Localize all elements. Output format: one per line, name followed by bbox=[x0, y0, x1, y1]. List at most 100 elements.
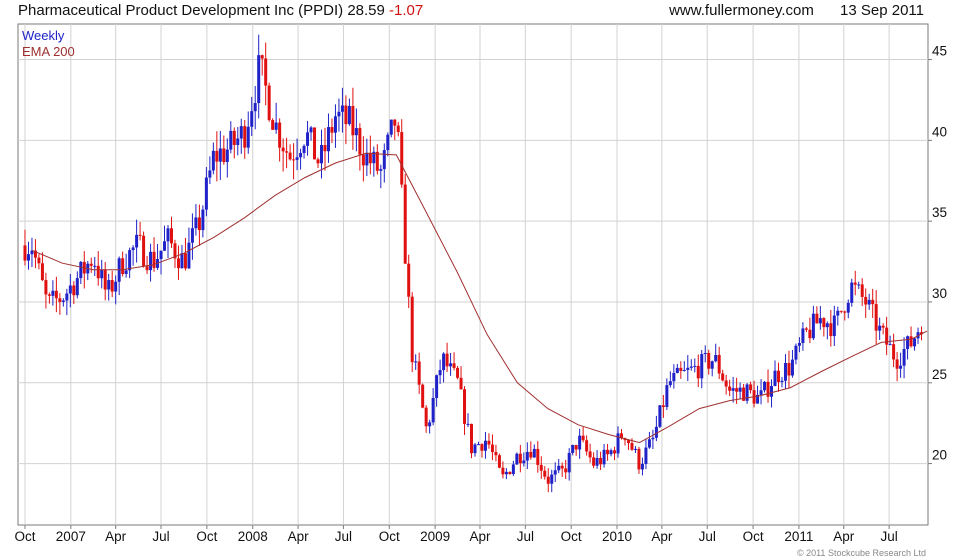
candle-body bbox=[790, 359, 794, 376]
candle-body bbox=[354, 128, 358, 136]
candle-body bbox=[574, 445, 578, 450]
x-tick-label: Jul bbox=[335, 529, 352, 544]
candle-body bbox=[864, 296, 868, 305]
candle-body bbox=[585, 440, 589, 452]
candle-body bbox=[326, 127, 330, 152]
candle-body bbox=[504, 471, 508, 475]
candle-body bbox=[644, 447, 648, 464]
candle-body bbox=[599, 457, 603, 465]
candle-body bbox=[707, 352, 711, 369]
candle-body bbox=[37, 257, 41, 264]
candle-body bbox=[693, 365, 697, 367]
candle-body bbox=[592, 457, 596, 466]
candle bbox=[421, 383, 425, 409]
candle-body bbox=[776, 370, 780, 383]
candle-body bbox=[215, 150, 219, 162]
candle-body bbox=[232, 130, 236, 145]
candle-body bbox=[906, 336, 910, 350]
candle-body bbox=[878, 325, 882, 331]
candle-body bbox=[672, 372, 676, 382]
candle-body bbox=[40, 263, 44, 281]
candle-body bbox=[721, 373, 725, 381]
candle-body bbox=[379, 169, 383, 171]
candle-body bbox=[881, 325, 885, 328]
candle-body bbox=[832, 315, 836, 337]
candle-body bbox=[853, 282, 857, 285]
candle-body bbox=[61, 300, 65, 302]
candle-body bbox=[44, 280, 48, 295]
candle-body bbox=[386, 134, 390, 151]
candle-body bbox=[456, 367, 460, 378]
x-tick-label: 2007 bbox=[56, 529, 86, 544]
candle-body bbox=[483, 440, 487, 451]
x-tick-label: 2010 bbox=[602, 529, 632, 544]
candle-body bbox=[442, 353, 446, 371]
candle bbox=[850, 278, 854, 307]
candle-body bbox=[208, 170, 212, 178]
candle-body bbox=[333, 116, 337, 133]
candle-body bbox=[344, 105, 348, 125]
candle-body bbox=[703, 352, 707, 355]
candle-body bbox=[511, 464, 515, 475]
candle-body bbox=[393, 119, 397, 126]
candle-body bbox=[696, 365, 700, 379]
candle-body bbox=[874, 304, 878, 331]
x-tick-label: Jul bbox=[699, 529, 716, 544]
candle bbox=[142, 231, 146, 268]
candle-body bbox=[183, 253, 187, 269]
candle-body bbox=[609, 450, 613, 455]
candle-body bbox=[466, 423, 470, 425]
candle-body bbox=[169, 228, 173, 244]
candle-body bbox=[578, 435, 582, 450]
x-tick-label: Oct bbox=[743, 529, 764, 544]
candle-body bbox=[595, 457, 599, 466]
candle-body bbox=[871, 299, 875, 305]
x-tick-label: Oct bbox=[196, 529, 217, 544]
candle-body bbox=[145, 266, 149, 271]
candle-body bbox=[382, 150, 386, 170]
candle-body bbox=[267, 85, 271, 121]
candle bbox=[267, 82, 271, 122]
candle-body bbox=[396, 125, 400, 133]
candle-body bbox=[89, 263, 93, 266]
candle-body bbox=[414, 361, 418, 363]
candle-body bbox=[128, 250, 132, 271]
candle bbox=[403, 174, 407, 264]
candle-body bbox=[253, 103, 257, 112]
x-tick-label: Apr bbox=[469, 529, 491, 544]
candle-body bbox=[888, 344, 892, 346]
y-tick-label: 35 bbox=[932, 205, 947, 220]
candle-body bbox=[724, 380, 728, 387]
candle-body bbox=[797, 343, 801, 346]
candle-body bbox=[773, 370, 777, 387]
candle-body bbox=[421, 384, 425, 408]
candle-body bbox=[735, 388, 739, 392]
candle-body bbox=[159, 250, 163, 260]
candle-body bbox=[651, 437, 655, 440]
candle-body bbox=[553, 470, 557, 475]
x-tick-label: Jul bbox=[152, 529, 169, 544]
candle-body bbox=[508, 471, 512, 475]
candle bbox=[658, 404, 662, 428]
candle-body bbox=[260, 55, 264, 59]
candle-body bbox=[780, 380, 784, 383]
candle-body bbox=[686, 367, 690, 371]
candle-body bbox=[480, 444, 484, 451]
candle-body bbox=[302, 145, 306, 154]
candle-body bbox=[449, 363, 453, 367]
candle-body bbox=[431, 397, 435, 423]
candle-body bbox=[142, 235, 146, 267]
candle-body bbox=[218, 148, 222, 162]
candle-body bbox=[728, 386, 732, 391]
candle-body bbox=[606, 449, 610, 455]
candle-body bbox=[494, 452, 498, 456]
x-tick-label: 2008 bbox=[238, 529, 268, 544]
candle-body bbox=[857, 284, 861, 286]
candle-body bbox=[47, 294, 51, 296]
candle-body bbox=[368, 152, 372, 164]
candle-body bbox=[236, 138, 240, 145]
candle-body bbox=[518, 453, 522, 464]
candle-body bbox=[204, 177, 208, 210]
candle-body bbox=[110, 280, 114, 292]
candle-body bbox=[892, 344, 896, 360]
